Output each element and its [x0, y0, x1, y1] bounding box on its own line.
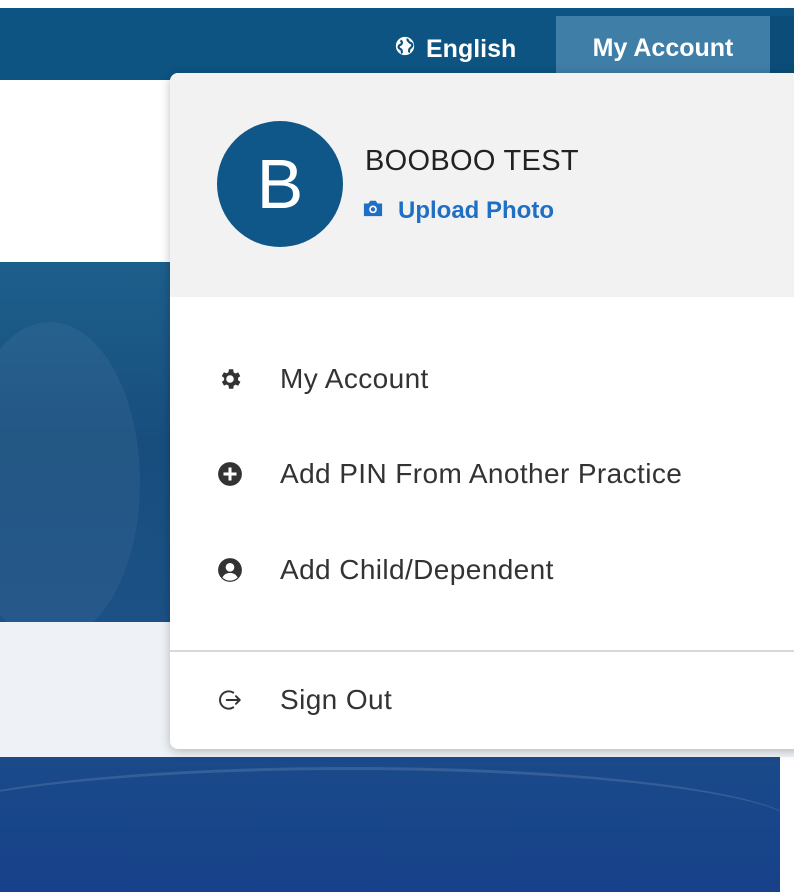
avatar: B [217, 121, 343, 247]
user-name: BOOBOO TEST [365, 145, 579, 177]
my-account-nav-label: My Account [592, 33, 734, 62]
upload-photo-link[interactable]: Upload Photo [362, 197, 554, 225]
topbar-edge [770, 16, 794, 80]
sign-out-button[interactable]: Sign Out [170, 670, 794, 730]
menu-divider [170, 650, 794, 652]
avatar-initial: B [256, 145, 304, 223]
page-edge [780, 757, 794, 892]
sign-out-label: Sign Out [280, 684, 393, 715]
menu-item-label: My Account [280, 363, 429, 394]
lower-banner [0, 757, 780, 892]
plus-circle-icon [217, 461, 243, 487]
camera-icon [362, 197, 384, 225]
profile-section: B BOOBOO TEST Upload Photo [170, 73, 794, 297]
top-navigation-bar: English My Account [0, 0, 794, 80]
my-account-nav-button[interactable]: My Account [556, 16, 770, 80]
gear-icon [217, 366, 243, 392]
sign-out-icon [217, 687, 243, 713]
menu-item-add-pin[interactable]: Add PIN From Another Practice [170, 444, 794, 504]
user-circle-icon [217, 557, 243, 583]
globe-icon [394, 35, 416, 64]
menu-item-label: Add Child/Dependent [280, 554, 554, 585]
language-selector[interactable]: English [380, 18, 530, 80]
menu-item-label: Add PIN From Another Practice [280, 458, 683, 489]
language-label: English [426, 34, 517, 63]
menu-item-add-dependent[interactable]: Add Child/Dependent [170, 540, 794, 600]
account-dropdown-menu: B BOOBOO TEST Upload Photo My Account Ad… [170, 73, 794, 749]
upload-photo-label: Upload Photo [398, 197, 554, 224]
menu-item-my-account[interactable]: My Account [170, 349, 794, 409]
